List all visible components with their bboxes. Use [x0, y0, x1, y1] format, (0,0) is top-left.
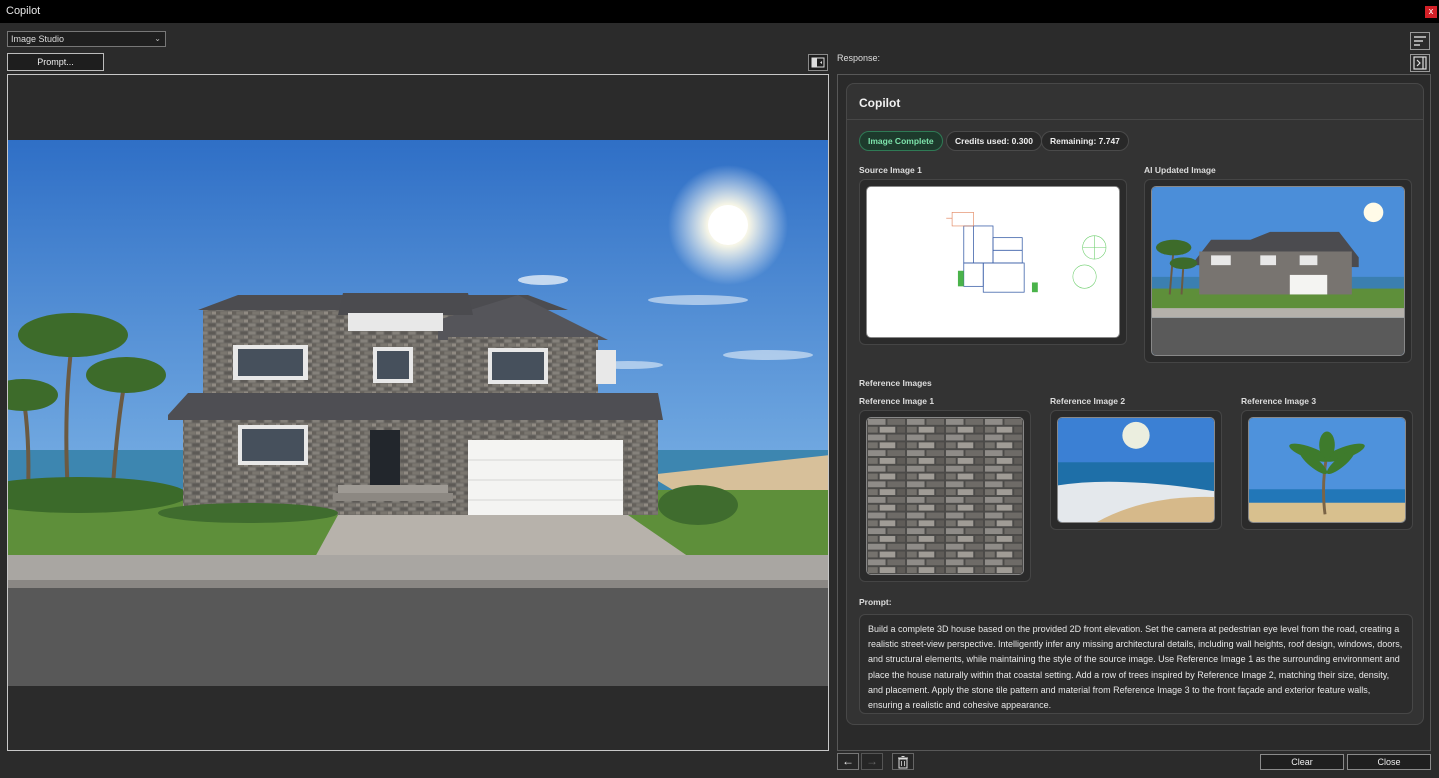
source-image-label: Source Image 1: [859, 165, 922, 175]
reference-image-2-frame[interactable]: [1050, 410, 1222, 530]
reference-image-3-label: Reference Image 3: [1241, 396, 1317, 406]
window-close-button[interactable]: x: [1425, 6, 1437, 18]
reference-image-2-label: Reference Image 2: [1050, 396, 1126, 406]
collapse-panel-button[interactable]: [1410, 54, 1430, 72]
collapse-right-icon: [1413, 56, 1427, 70]
card-divider: [847, 119, 1423, 120]
back-button[interactable]: ←: [837, 753, 859, 770]
reference-image-1-frame[interactable]: [859, 410, 1031, 582]
floor-plan-image: [868, 187, 1118, 337]
trash-icon: [898, 756, 908, 769]
card-title: Copilot: [859, 96, 901, 110]
chevron-down-icon: ⌄: [154, 34, 161, 43]
ai-image-frame[interactable]: [1144, 179, 1412, 363]
sort-lines-icon: [1414, 36, 1426, 46]
reference-image-1-label: Reference Image 1: [859, 396, 935, 406]
reference-image-3: [1248, 417, 1406, 523]
source-image-frame[interactable]: [859, 179, 1127, 345]
ai-image-label: AI Updated Image: [1144, 165, 1216, 175]
studio-select[interactable]: Image Studio ⌄: [7, 31, 166, 47]
reference-image-2: [1057, 417, 1215, 523]
reference-image-1: [866, 417, 1024, 575]
prompt-text: Build a complete 3D house based on the p…: [859, 614, 1413, 714]
delete-button[interactable]: [892, 753, 914, 770]
clear-button[interactable]: Clear: [1260, 754, 1344, 770]
forward-button[interactable]: →: [861, 753, 883, 770]
arrow-right-icon: →: [866, 754, 878, 768]
arrow-left-icon: ←: [842, 754, 854, 768]
remaining-badge: Remaining: 7.747: [1041, 131, 1129, 151]
reference-image-3-frame[interactable]: [1241, 410, 1413, 530]
studio-select-value: Image Studio: [11, 34, 65, 44]
credits-used-badge: Credits used: 0.300: [946, 131, 1042, 151]
copilot-card: Copilot Image Complete Credits used: 0.3…: [846, 83, 1424, 725]
reference-images-heading: Reference Images: [859, 378, 932, 388]
title-bar: Copilot x: [0, 0, 1439, 23]
close-button[interactable]: Close: [1347, 754, 1431, 770]
response-panel: Copilot Image Complete Credits used: 0.3…: [837, 74, 1431, 751]
prompt-button[interactable]: Prompt...: [7, 53, 104, 71]
ai-updated-image: [1151, 186, 1405, 356]
prompt-heading: Prompt:: [859, 597, 892, 607]
window-title: Copilot: [6, 5, 41, 17]
toggle-panel-button[interactable]: [808, 54, 828, 71]
ai-house-image: [1152, 187, 1404, 355]
response-label: Response:: [837, 53, 881, 63]
main-image-preview: [7, 74, 829, 751]
status-badge: Image Complete: [859, 131, 943, 151]
stone-texture-image: [867, 418, 1023, 574]
house-render-image: [8, 140, 828, 686]
palm-tree-image: [1249, 418, 1405, 522]
source-image: [866, 186, 1120, 338]
swap-panel-icon: [811, 57, 825, 68]
sort-button[interactable]: [1410, 32, 1430, 50]
beach-image: [1058, 418, 1214, 522]
